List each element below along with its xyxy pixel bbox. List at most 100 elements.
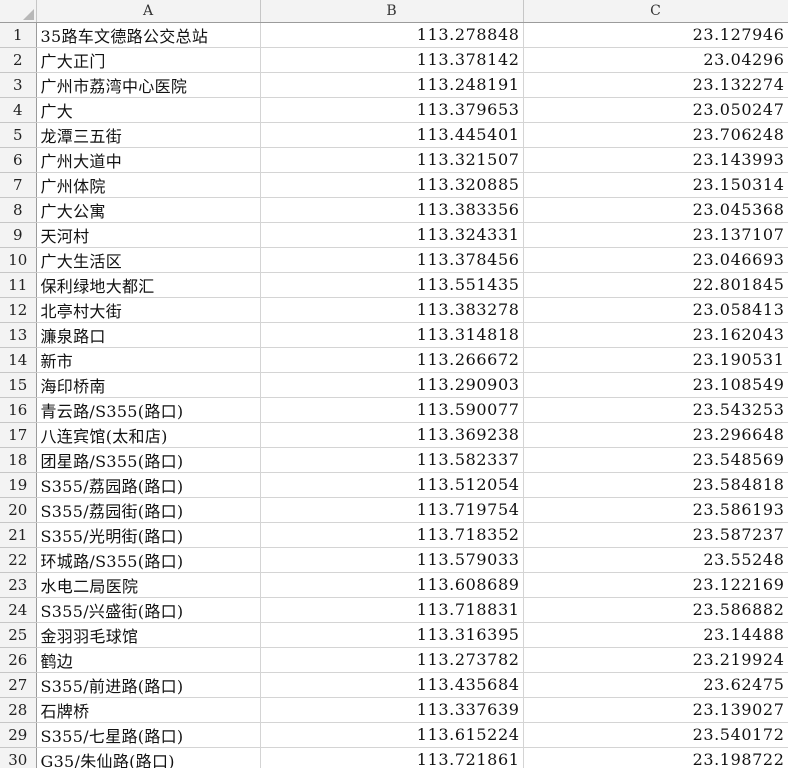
cell-latitude[interactable]: 23.296648 bbox=[523, 422, 788, 448]
cell-station-name[interactable]: G35/朱仙路(路口) bbox=[36, 747, 261, 768]
cell-station-name[interactable]: 鹤边 bbox=[36, 647, 261, 673]
cell-latitude[interactable]: 23.045368 bbox=[523, 197, 788, 223]
cell-station-name[interactable]: 广州大道中 bbox=[36, 147, 261, 173]
cell-station-name[interactable]: 石牌桥 bbox=[36, 697, 261, 723]
cell-latitude[interactable]: 23.162043 bbox=[523, 322, 788, 348]
row-header[interactable]: 16 bbox=[0, 397, 37, 423]
cell-latitude[interactable]: 23.132274 bbox=[523, 72, 788, 98]
row-header[interactable]: 13 bbox=[0, 322, 37, 348]
cell-latitude[interactable]: 23.548569 bbox=[523, 447, 788, 473]
cell-latitude[interactable]: 23.190531 bbox=[523, 347, 788, 373]
cell-station-name[interactable]: 青云路/S355(路口) bbox=[36, 397, 261, 423]
cell-station-name[interactable]: 濂泉路口 bbox=[36, 322, 261, 348]
cell-station-name[interactable]: 广大公寓 bbox=[36, 197, 261, 223]
cell-longitude[interactable]: 113.721861 bbox=[260, 747, 524, 768]
cell-station-name[interactable]: S355/荔园路(路口) bbox=[36, 472, 261, 498]
cell-station-name[interactable]: 广州市荔湾中心医院 bbox=[36, 72, 261, 98]
row-header[interactable]: 18 bbox=[0, 447, 37, 473]
cell-latitude[interactable]: 23.14488 bbox=[523, 622, 788, 648]
cell-station-name[interactable]: S355/荔园街(路口) bbox=[36, 497, 261, 523]
cell-longitude[interactable]: 113.266672 bbox=[260, 347, 524, 373]
row-header[interactable]: 15 bbox=[0, 372, 37, 398]
cell-longitude[interactable]: 113.321507 bbox=[260, 147, 524, 173]
cell-longitude[interactable]: 113.383278 bbox=[260, 297, 524, 323]
cell-longitude[interactable]: 113.582337 bbox=[260, 447, 524, 473]
cell-station-name[interactable]: 广州体院 bbox=[36, 172, 261, 198]
cell-longitude[interactable]: 113.337639 bbox=[260, 697, 524, 723]
cell-latitude[interactable]: 23.127946 bbox=[523, 22, 788, 48]
cell-longitude[interactable]: 113.615224 bbox=[260, 722, 524, 748]
row-header[interactable]: 5 bbox=[0, 122, 37, 148]
cell-latitude[interactable]: 23.04296 bbox=[523, 47, 788, 73]
row-header[interactable]: 28 bbox=[0, 697, 37, 723]
cell-station-name[interactable]: 八连宾馆(太和店) bbox=[36, 422, 261, 448]
cell-longitude[interactable]: 113.273782 bbox=[260, 647, 524, 673]
cell-latitude[interactable]: 23.62475 bbox=[523, 672, 788, 698]
row-header[interactable]: 12 bbox=[0, 297, 37, 323]
cell-latitude[interactable]: 23.150314 bbox=[523, 172, 788, 198]
cell-latitude[interactable]: 23.584818 bbox=[523, 472, 788, 498]
row-header[interactable]: 8 bbox=[0, 197, 37, 223]
cell-station-name[interactable]: 团星路/S355(路口) bbox=[36, 447, 261, 473]
cell-longitude[interactable]: 113.369238 bbox=[260, 422, 524, 448]
cell-latitude[interactable]: 23.137107 bbox=[523, 222, 788, 248]
cell-longitude[interactable]: 113.248191 bbox=[260, 72, 524, 98]
cell-latitude[interactable]: 23.050247 bbox=[523, 97, 788, 123]
row-header[interactable]: 3 bbox=[0, 72, 37, 98]
cell-station-name[interactable]: 广大 bbox=[36, 97, 261, 123]
select-all-corner[interactable] bbox=[0, 0, 37, 23]
row-header[interactable]: 24 bbox=[0, 597, 37, 623]
row-header[interactable]: 25 bbox=[0, 622, 37, 648]
cell-longitude[interactable]: 113.378456 bbox=[260, 247, 524, 273]
cell-station-name[interactable]: 北亭村大街 bbox=[36, 297, 261, 323]
row-header[interactable]: 6 bbox=[0, 147, 37, 173]
cell-station-name[interactable]: S355/光明街(路口) bbox=[36, 522, 261, 548]
row-header[interactable]: 20 bbox=[0, 497, 37, 523]
cell-latitude[interactable]: 23.219924 bbox=[523, 647, 788, 673]
column-header-b[interactable]: B bbox=[260, 0, 524, 23]
cell-longitude[interactable]: 113.590077 bbox=[260, 397, 524, 423]
cell-latitude[interactable]: 23.139027 bbox=[523, 697, 788, 723]
cell-station-name[interactable]: 35路车文德路公交总站 bbox=[36, 22, 261, 48]
row-header[interactable]: 1 bbox=[0, 22, 37, 48]
cell-longitude[interactable]: 113.551435 bbox=[260, 272, 524, 298]
row-header[interactable]: 10 bbox=[0, 247, 37, 273]
cell-station-name[interactable]: 环城路/S355(路口) bbox=[36, 547, 261, 573]
cell-longitude[interactable]: 113.320885 bbox=[260, 172, 524, 198]
cell-longitude[interactable]: 113.718831 bbox=[260, 597, 524, 623]
cell-longitude[interactable]: 113.316395 bbox=[260, 622, 524, 648]
column-header-a[interactable]: A bbox=[36, 0, 261, 23]
row-header[interactable]: 9 bbox=[0, 222, 37, 248]
row-header[interactable]: 22 bbox=[0, 547, 37, 573]
cell-longitude[interactable]: 113.290903 bbox=[260, 372, 524, 398]
cell-latitude[interactable]: 23.540172 bbox=[523, 722, 788, 748]
cell-latitude[interactable]: 23.198722 bbox=[523, 747, 788, 768]
cell-longitude[interactable]: 113.718352 bbox=[260, 522, 524, 548]
cell-station-name[interactable]: S355/前进路(路口) bbox=[36, 672, 261, 698]
cell-longitude[interactable]: 113.719754 bbox=[260, 497, 524, 523]
cell-longitude[interactable]: 113.324331 bbox=[260, 222, 524, 248]
row-header[interactable]: 27 bbox=[0, 672, 37, 698]
cell-longitude[interactable]: 113.445401 bbox=[260, 122, 524, 148]
cell-latitude[interactable]: 23.706248 bbox=[523, 122, 788, 148]
row-header[interactable]: 29 bbox=[0, 722, 37, 748]
row-header[interactable]: 7 bbox=[0, 172, 37, 198]
cell-longitude[interactable]: 113.383356 bbox=[260, 197, 524, 223]
cell-latitude[interactable]: 23.543253 bbox=[523, 397, 788, 423]
cell-station-name[interactable]: 新市 bbox=[36, 347, 261, 373]
cell-latitude[interactable]: 23.586193 bbox=[523, 497, 788, 523]
cell-station-name[interactable]: S355/七星路(路口) bbox=[36, 722, 261, 748]
cell-latitude[interactable]: 23.143993 bbox=[523, 147, 788, 173]
cell-station-name[interactable]: 广大生活区 bbox=[36, 247, 261, 273]
row-header[interactable]: 11 bbox=[0, 272, 37, 298]
row-header[interactable]: 30 bbox=[0, 747, 37, 768]
row-header[interactable]: 19 bbox=[0, 472, 37, 498]
cell-latitude[interactable]: 23.587237 bbox=[523, 522, 788, 548]
cell-station-name[interactable]: 保利绿地大都汇 bbox=[36, 272, 261, 298]
cell-latitude[interactable]: 23.046693 bbox=[523, 247, 788, 273]
cell-longitude[interactable]: 113.608689 bbox=[260, 572, 524, 598]
cell-station-name[interactable]: 龙潭三五街 bbox=[36, 122, 261, 148]
cell-longitude[interactable]: 113.379653 bbox=[260, 97, 524, 123]
row-header[interactable]: 14 bbox=[0, 347, 37, 373]
cell-latitude[interactable]: 23.55248 bbox=[523, 547, 788, 573]
